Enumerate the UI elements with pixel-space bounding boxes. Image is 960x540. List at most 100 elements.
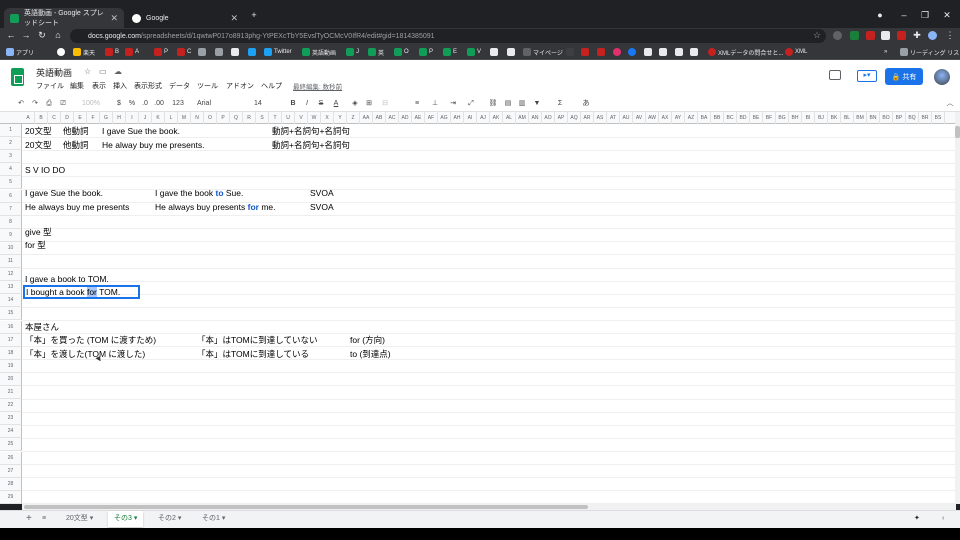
column-header[interactable]: BC bbox=[724, 112, 737, 124]
row-header[interactable]: 6 bbox=[0, 189, 22, 203]
column-header[interactable]: BB bbox=[711, 112, 724, 124]
bookmark-item[interactable]: V bbox=[467, 46, 481, 58]
column-header[interactable]: L bbox=[165, 112, 178, 124]
cell-a7[interactable]: He always buy me presents bbox=[25, 201, 129, 214]
column-header[interactable]: Y bbox=[334, 112, 347, 124]
column-header[interactable]: AM bbox=[516, 112, 529, 124]
row-header[interactable]: 29 bbox=[0, 490, 22, 504]
present-to-meeting-icon[interactable]: ▸▾ bbox=[857, 70, 877, 82]
redo-icon[interactable]: ↷ bbox=[30, 97, 40, 110]
menu-help[interactable]: ヘルプ bbox=[261, 81, 282, 91]
column-header[interactable]: N bbox=[191, 112, 204, 124]
column-header[interactable]: BO bbox=[880, 112, 893, 124]
bookmark-star-icon[interactable]: ☆ bbox=[811, 30, 823, 41]
row-header[interactable]: 23 bbox=[0, 412, 22, 426]
cell-a9[interactable]: give 型 bbox=[25, 226, 51, 239]
row-header[interactable]: 2 bbox=[0, 137, 22, 151]
column-header[interactable]: AI bbox=[464, 112, 477, 124]
fill-color-icon[interactable]: ◈ bbox=[350, 97, 360, 110]
column-header[interactable]: A bbox=[22, 112, 35, 124]
bookmark-item[interactable] bbox=[659, 46, 669, 58]
borders-icon[interactable]: ⊞ bbox=[364, 97, 374, 110]
restore-icon[interactable]: ❐ bbox=[918, 10, 932, 21]
address-bar[interactable]: docs.google.com/spreadsheets/d/1qwtwP017… bbox=[70, 29, 826, 43]
menu-file[interactable]: ファイル bbox=[36, 81, 64, 91]
text-color-button[interactable]: A bbox=[331, 97, 341, 110]
row-header[interactable]: 16 bbox=[0, 320, 22, 334]
home-icon[interactable]: ⌂ bbox=[52, 30, 64, 40]
column-header[interactable]: Z bbox=[347, 112, 360, 124]
column-header[interactable]: AP bbox=[555, 112, 568, 124]
bookmark-item[interactable] bbox=[613, 46, 623, 58]
column-header[interactable]: BP bbox=[893, 112, 906, 124]
row-header[interactable]: 22 bbox=[0, 399, 22, 413]
all-sheets-icon[interactable]: ≡ bbox=[36, 511, 52, 527]
bookmark-item[interactable]: P bbox=[419, 46, 433, 58]
cell-c1[interactable]: I gave Sue the book. bbox=[102, 125, 180, 138]
bookmark-item[interactable]: C bbox=[177, 46, 191, 58]
bookmark-item[interactable] bbox=[248, 46, 258, 58]
bookmarks-overflow-button[interactable]: » bbox=[884, 46, 887, 58]
minimize-icon[interactable]: – bbox=[897, 10, 911, 20]
horizontal-align-icon[interactable]: ≡ bbox=[410, 97, 424, 110]
horizontal-scroll-thumb[interactable] bbox=[24, 505, 588, 509]
cell-c2[interactable]: He alway buy me presents. bbox=[102, 139, 205, 152]
column-header[interactable]: AO bbox=[542, 112, 555, 124]
row-header[interactable]: 4 bbox=[0, 163, 22, 177]
row-header[interactable]: 1 bbox=[0, 124, 22, 137]
bookmark-item[interactable] bbox=[57, 46, 67, 58]
insert-chart-icon[interactable]: ▥ bbox=[517, 97, 527, 110]
column-header[interactable]: AH bbox=[451, 112, 464, 124]
row-header[interactable]: 27 bbox=[0, 464, 22, 478]
column-header[interactable]: AR bbox=[581, 112, 594, 124]
cell-c18[interactable]: for (方向) bbox=[350, 334, 385, 347]
bold-button[interactable]: B bbox=[288, 97, 298, 110]
bookmark-item[interactable]: O bbox=[394, 46, 409, 58]
sheet-tab-sono3[interactable]: その3 ▾ bbox=[108, 511, 144, 527]
row-header[interactable]: 12 bbox=[0, 268, 22, 282]
cell-a14[interactable]: I bought a book for TOM. bbox=[26, 286, 120, 299]
cell-a19[interactable]: 「本」を渡した(TOM に渡した) bbox=[25, 348, 145, 361]
insert-comment-icon[interactable]: ▤ bbox=[503, 97, 513, 110]
cell-a17[interactable]: 本屋さん bbox=[25, 321, 59, 334]
column-header[interactable]: AL bbox=[503, 112, 516, 124]
undo-icon[interactable]: ↶ bbox=[16, 97, 26, 110]
forward-icon[interactable]: → bbox=[20, 30, 32, 40]
browser-tab-sheets[interactable]: 英語動画 - Google スプレッドシート ✕ bbox=[4, 8, 124, 28]
row-header[interactable]: 24 bbox=[0, 425, 22, 439]
column-header[interactable]: AE bbox=[412, 112, 425, 124]
column-header[interactable]: AS bbox=[594, 112, 607, 124]
bookmark-item[interactable] bbox=[597, 46, 607, 58]
menu-tools[interactable]: ツール bbox=[197, 81, 218, 91]
reading-list-button[interactable]: リーディング リスト bbox=[900, 46, 960, 58]
cell-a2[interactable]: 20文型 bbox=[25, 139, 51, 152]
move-folder-icon[interactable]: ▭ bbox=[99, 67, 107, 76]
row-header[interactable]: 26 bbox=[0, 451, 22, 465]
column-header[interactable]: BN bbox=[867, 112, 880, 124]
column-header[interactable]: AY bbox=[672, 112, 685, 124]
bookmark-xml[interactable]: XML bbox=[785, 46, 807, 58]
vertical-scroll-thumb[interactable] bbox=[955, 126, 960, 138]
bookmark-item[interactable]: A bbox=[125, 46, 139, 58]
star-icon[interactable]: ☆ bbox=[84, 67, 91, 76]
column-header[interactable]: AN bbox=[529, 112, 542, 124]
zoom-select[interactable]: 100% bbox=[76, 97, 106, 110]
collapse-menus-icon[interactable]: ︿ bbox=[944, 97, 956, 110]
column-header[interactable]: BI bbox=[802, 112, 815, 124]
column-header[interactable]: BK bbox=[828, 112, 841, 124]
row-header[interactable]: 5 bbox=[0, 176, 22, 190]
row-header[interactable]: 14 bbox=[0, 294, 22, 308]
column-header[interactable]: AC bbox=[386, 112, 399, 124]
extension-icon[interactable] bbox=[881, 31, 890, 40]
column-header[interactable]: AG bbox=[438, 112, 451, 124]
extension-icon[interactable] bbox=[850, 31, 859, 40]
extension-icon[interactable] bbox=[897, 31, 906, 40]
menu-edit[interactable]: 編集 bbox=[70, 81, 84, 91]
cell-b18[interactable]: 「本」はTOMに到達していない bbox=[197, 334, 317, 347]
cloud-status-icon[interactable]: ☁ bbox=[114, 67, 122, 76]
bookmark-item[interactable]: P bbox=[154, 46, 168, 58]
row-header[interactable]: 18 bbox=[0, 346, 22, 360]
column-header[interactable]: G bbox=[100, 112, 113, 124]
column-header[interactable]: AV bbox=[633, 112, 646, 124]
column-header[interactable]: AD bbox=[399, 112, 412, 124]
